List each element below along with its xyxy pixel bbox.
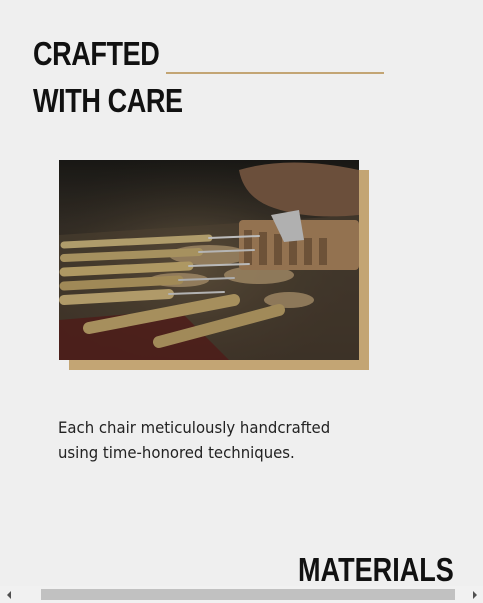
section-heading: CRAFTED WITH CARE <box>33 30 183 124</box>
workshop-photo <box>59 160 359 360</box>
heading-line-1: CRAFTED <box>33 35 160 72</box>
scroll-right-button[interactable] <box>466 586 483 603</box>
arrow-left-icon <box>6 590 11 599</box>
section-caption: Each chair meticulously handcrafted usin… <box>58 415 356 465</box>
caption-line-1: Each chair meticulously handcrafted <box>58 418 331 437</box>
scroll-left-button[interactable] <box>0 586 17 603</box>
heading-line-2: WITH CARE <box>33 82 183 119</box>
workshop-photo-illustration <box>59 160 359 360</box>
heading-divider <box>166 72 384 74</box>
caption-line-2: using time-honored techniques. <box>58 443 295 462</box>
scrollbar-thumb[interactable] <box>41 589 455 600</box>
feature-image-frame <box>59 160 369 370</box>
horizontal-scrollbar[interactable] <box>0 586 483 603</box>
arrow-right-icon <box>472 590 477 599</box>
